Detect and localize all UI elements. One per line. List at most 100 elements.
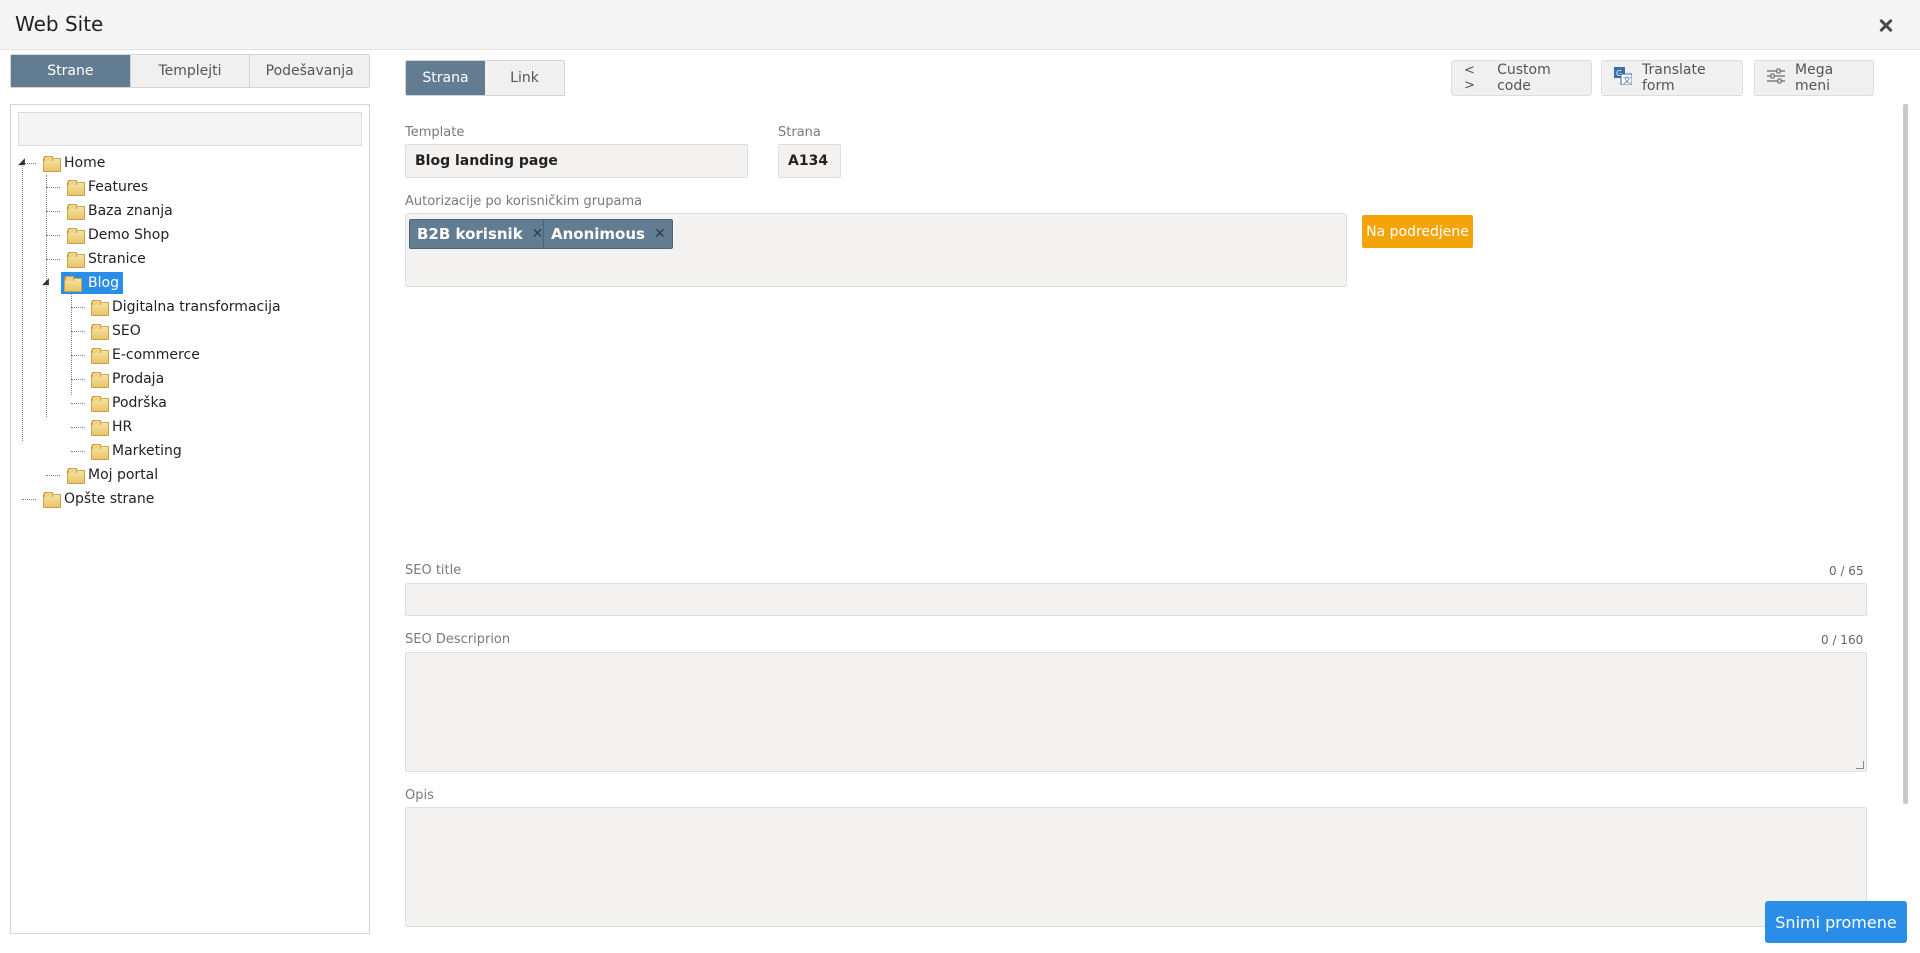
folder-icon: [91, 420, 109, 436]
tab-podesavanja[interactable]: Podešavanja: [250, 55, 369, 87]
sliders-icon: [1767, 68, 1785, 88]
auth-groups-input[interactable]: B2B korisnik ✕ Anonimous ✕: [405, 213, 1347, 287]
tree-line: [71, 355, 85, 356]
folder-icon: [91, 300, 109, 316]
strana-label: Strana: [778, 125, 821, 140]
tree-node-home[interactable]: Home: [43, 152, 105, 174]
title-bar: Web Site: [0, 0, 1920, 50]
tree-line: [71, 379, 85, 380]
seo-description-label: SEO Descriprion: [405, 632, 511, 647]
tree-node-label: Home: [64, 155, 106, 171]
save-button[interactable]: Snimi promene: [1765, 901, 1907, 943]
tree-node-moj-portal[interactable]: Moj portal: [67, 464, 158, 486]
window-title: Web Site: [15, 12, 104, 36]
tree-line: [46, 235, 60, 236]
folder-icon: [43, 156, 61, 172]
chip-label: Anonimous: [551, 225, 645, 243]
tree-search-input[interactable]: [18, 112, 362, 146]
tree-node-features[interactable]: Features: [67, 176, 148, 198]
tree-node-label: Prodaja: [112, 371, 165, 387]
tree-line: [46, 259, 60, 260]
auth-label: Autorizacije po korisničkim grupama: [405, 194, 643, 209]
tree-node-marketing[interactable]: Marketing: [91, 440, 182, 462]
folder-icon: [43, 492, 61, 508]
tree-node-label: Podrška: [112, 395, 167, 411]
seo-title-label: SEO title: [405, 563, 462, 578]
code-icon: < >: [1464, 63, 1475, 93]
tree-line: [46, 211, 60, 212]
tree-node-label: Digitalna transformacija: [112, 299, 281, 315]
translate-form-label: Translate form: [1642, 62, 1706, 94]
collapse-icon[interactable]: ◢: [18, 157, 25, 167]
seo-title-input[interactable]: [405, 583, 1867, 616]
folder-icon: [91, 372, 109, 388]
tab-strane[interactable]: Strane: [11, 55, 131, 87]
folder-icon: [67, 180, 85, 196]
folder-icon: [91, 396, 109, 412]
folder-icon: [67, 252, 85, 268]
tree-line: [22, 163, 23, 441]
tree-line: [46, 475, 60, 476]
tree-node-prodaja[interactable]: Prodaja: [91, 368, 164, 390]
tree-node-blog[interactable]: Blog: [61, 272, 123, 294]
tree-node-seo[interactable]: SEO: [91, 320, 141, 342]
tab-strana[interactable]: Strana: [406, 61, 485, 95]
chip-label: B2B korisnik: [417, 225, 523, 243]
chip-anonimous: Anonimous ✕: [543, 219, 673, 249]
tree-node-label: Demo Shop: [88, 227, 170, 243]
folder-icon: [91, 324, 109, 340]
strana-field[interactable]: A134: [778, 144, 841, 178]
folder-icon: [91, 444, 109, 460]
tree-node-label: Baza znanja: [88, 203, 173, 219]
tree-node-opste-strane[interactable]: Opšte strane: [43, 488, 154, 510]
seo-description-counter: 0 / 160: [1821, 633, 1864, 647]
resize-handle-icon[interactable]: [1856, 761, 1864, 769]
tree-node-label: Moj portal: [88, 467, 159, 483]
template-field[interactable]: Blog landing page: [405, 144, 748, 178]
seo-description-textarea[interactable]: [405, 652, 1867, 772]
tree-node-label: Features: [88, 179, 149, 195]
folder-icon: [91, 348, 109, 364]
page-tree-panel: ◢ Home Features Baza znanja Demo Shop St…: [10, 104, 370, 934]
tree-node-hr[interactable]: HR: [91, 416, 132, 438]
tree-node-podrska[interactable]: Podrška: [91, 392, 167, 414]
tree-node-stranice[interactable]: Stranice: [67, 248, 146, 270]
tree-line: [46, 187, 60, 188]
translate-icon: G文: [1614, 67, 1633, 89]
close-icon[interactable]: [1870, 10, 1900, 40]
mega-meni-button[interactable]: Mega meni: [1754, 60, 1874, 96]
collapse-icon[interactable]: ◢: [42, 277, 49, 287]
tab-link[interactable]: Link: [485, 61, 564, 95]
folder-icon: [67, 468, 85, 484]
translate-form-button[interactable]: G文 Translate form: [1601, 60, 1743, 96]
tree-node-e-commerce[interactable]: E-commerce: [91, 344, 200, 366]
tree-node-demo-shop[interactable]: Demo Shop: [67, 224, 169, 246]
tree-node-label: SEO: [112, 323, 141, 339]
scrollbar[interactable]: [1903, 104, 1908, 804]
tree-node-digitalna-transformacija[interactable]: Digitalna transformacija: [91, 296, 281, 318]
tab-templejti[interactable]: Templejti: [130, 55, 251, 87]
opis-editor[interactable]: [405, 807, 1867, 927]
tree-node-label: Stranice: [88, 251, 146, 267]
tree-node-label: Marketing: [112, 443, 182, 459]
tree-line: [71, 307, 85, 308]
mega-meni-label: Mega meni: [1795, 62, 1834, 94]
na-podredjene-button[interactable]: Na podredjene: [1362, 215, 1473, 248]
opis-label: Opis: [405, 788, 434, 803]
remove-chip-icon[interactable]: ✕: [532, 226, 544, 242]
tree-node-baza-znanja[interactable]: Baza znanja: [67, 200, 173, 222]
tree-line: [71, 427, 85, 428]
folder-icon: [67, 228, 85, 244]
left-tab-bar: Strane Templejti Podešavanja: [10, 54, 370, 88]
chip-b2b-korisnik: B2B korisnik ✕: [409, 219, 551, 249]
folder-icon: [67, 204, 85, 220]
custom-code-label: Custom code: [1497, 62, 1551, 94]
tree-line: [22, 499, 36, 500]
folder-icon: [64, 276, 83, 292]
template-label: Template: [405, 125, 465, 140]
right-tab-bar: Strana Link: [405, 60, 565, 96]
custom-code-button[interactable]: < > Custom code: [1451, 60, 1592, 96]
tree-node-label: HR: [112, 419, 133, 435]
seo-title-counter: 0 / 65: [1829, 564, 1864, 578]
remove-chip-icon[interactable]: ✕: [654, 226, 666, 242]
